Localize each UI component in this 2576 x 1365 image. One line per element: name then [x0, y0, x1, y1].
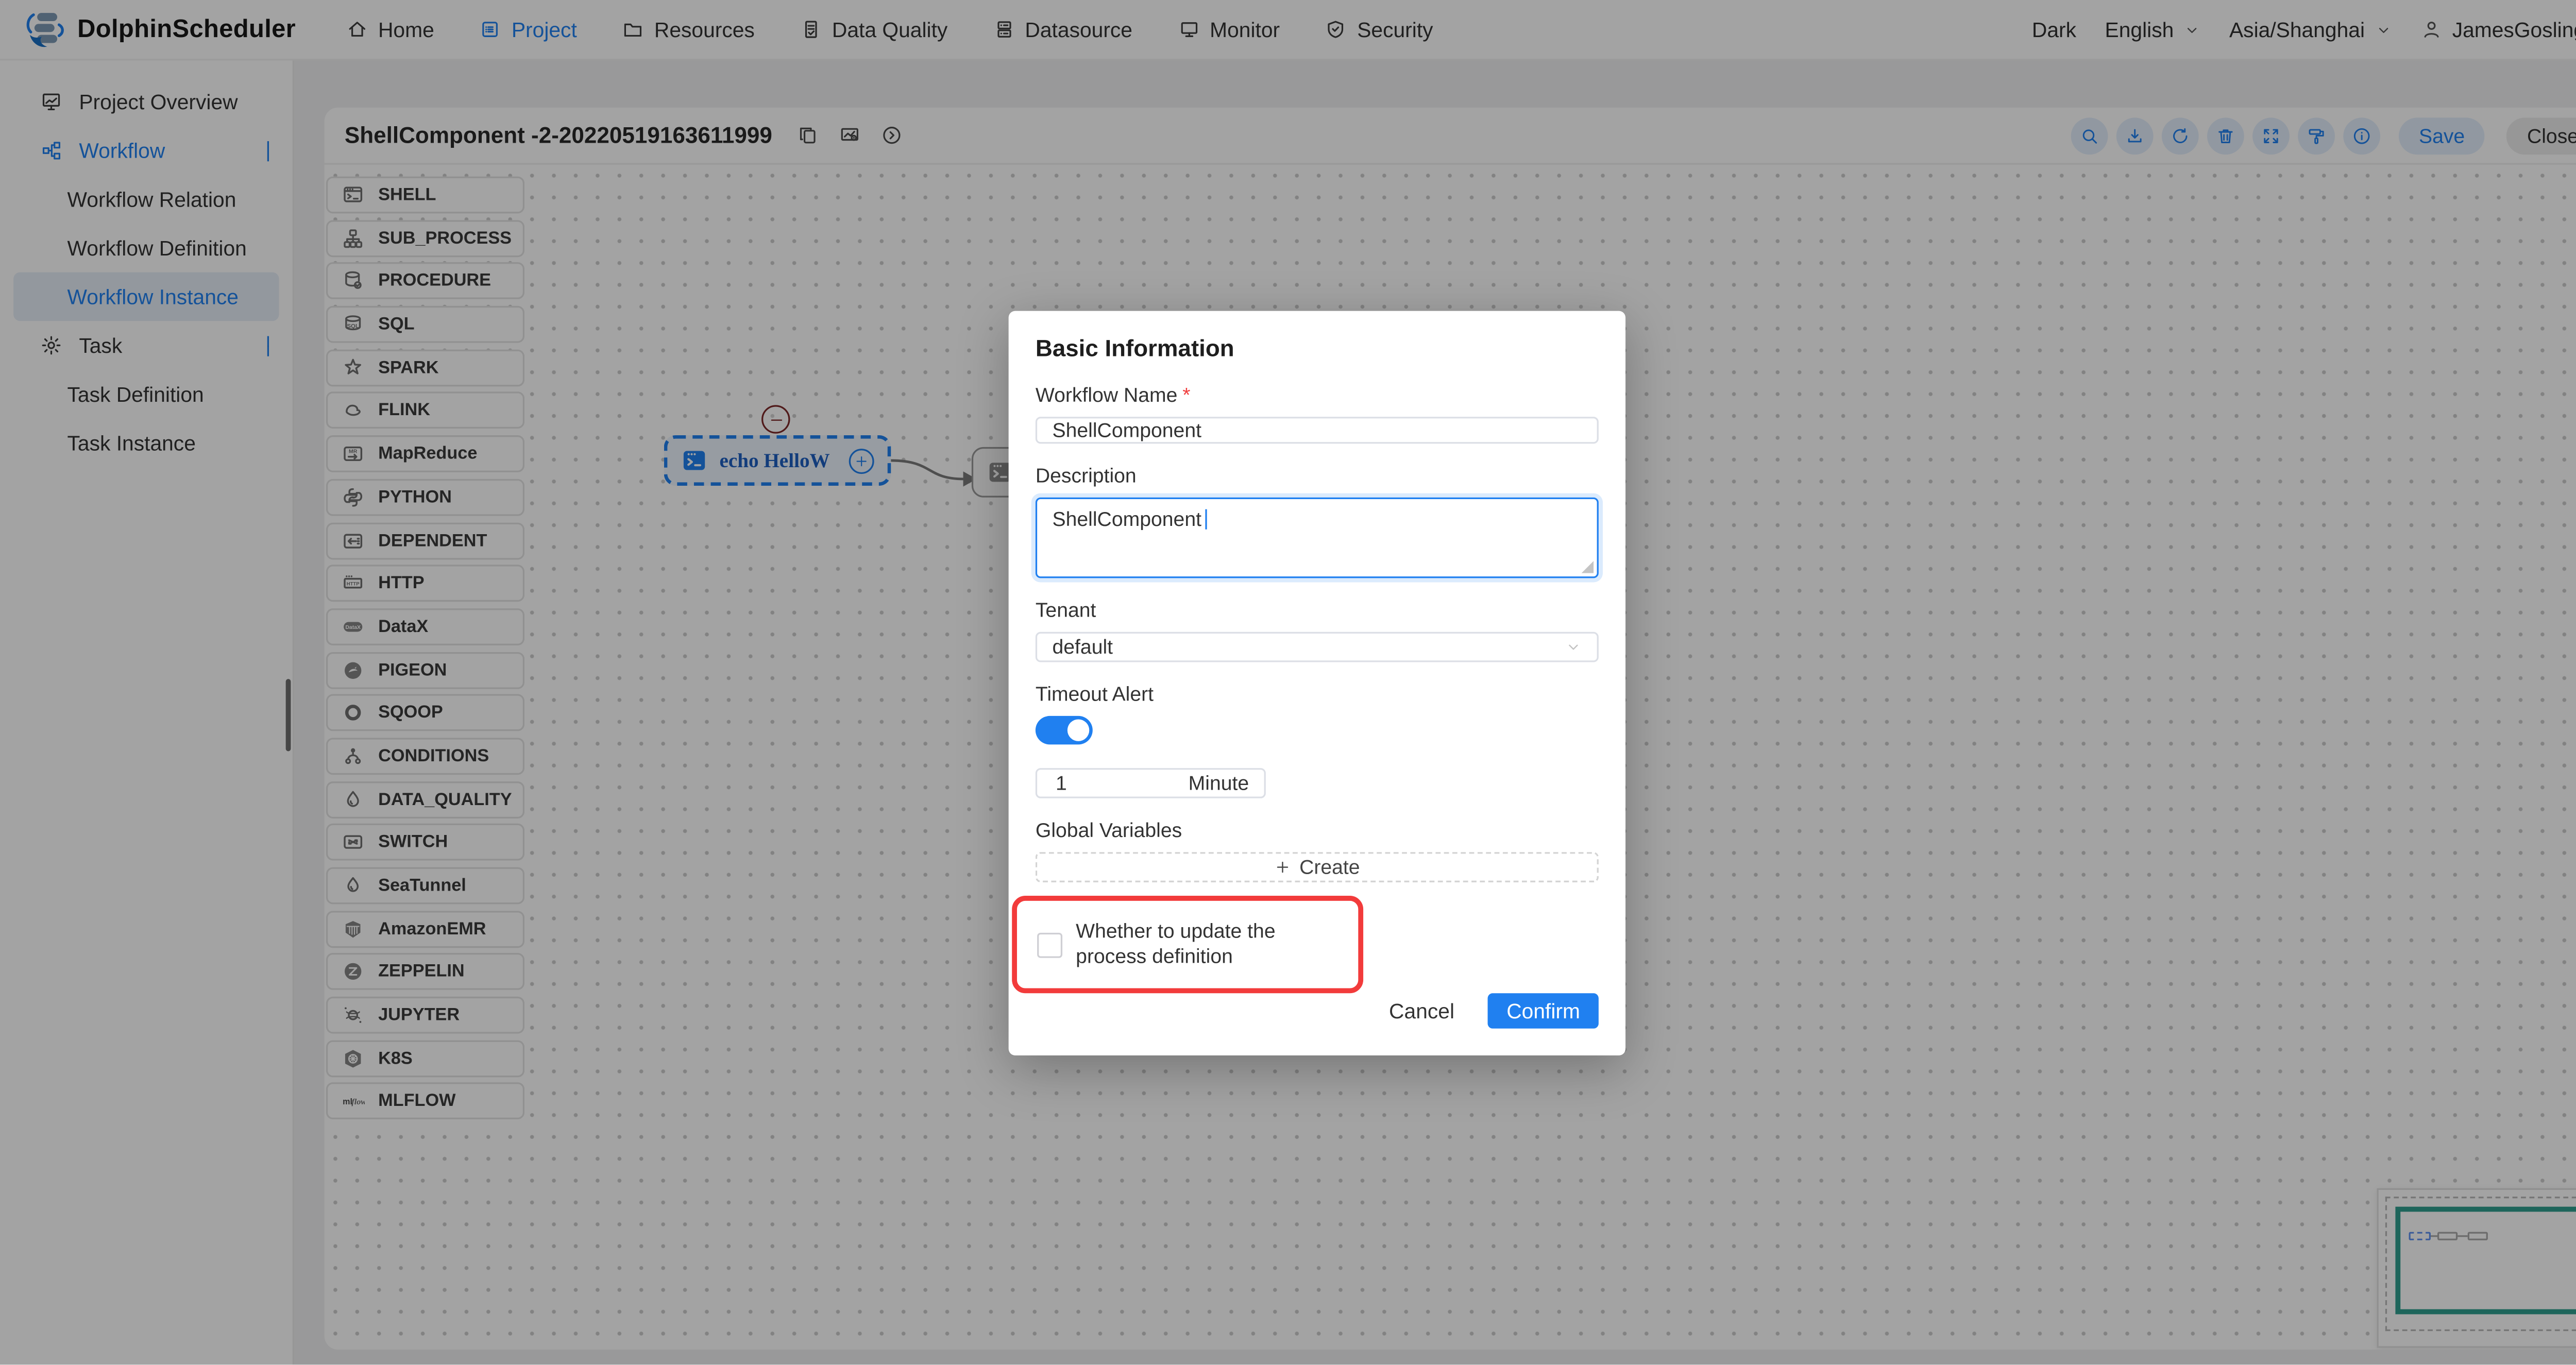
create-variable-button[interactable]: Create — [1036, 852, 1599, 882]
cancel-button[interactable]: Cancel — [1389, 999, 1454, 1023]
red-annotation-box: Whether to update the process definition — [1012, 896, 1363, 993]
update-definition-label: Whether to update the process definition — [1076, 919, 1338, 970]
required-asterisk: * — [1182, 383, 1190, 407]
plus-icon — [1274, 859, 1291, 876]
modal-title: Basic Information — [1036, 334, 1599, 361]
description-textarea[interactable]: ShellComponent — [1036, 498, 1599, 578]
update-definition-checkbox[interactable] — [1037, 932, 1062, 957]
workflow-name-input[interactable] — [1036, 417, 1599, 444]
description-label: Description — [1036, 465, 1599, 488]
basic-information-modal: Basic Information Workflow Name* Descrip… — [1009, 311, 1625, 1055]
toggle-knob — [1067, 720, 1089, 741]
tenant-label: Tenant — [1036, 599, 1599, 622]
chevron-down-icon — [1565, 639, 1582, 656]
dolphinscheduler-app: DolphinScheduler HomeProjectResourcesDat… — [0, 0, 2576, 1364]
workflow-name-label: Workflow Name* — [1036, 383, 1599, 407]
global-variables-label: Global Variables — [1036, 818, 1599, 842]
timeout-value-input[interactable] — [1052, 770, 1188, 797]
confirm-button[interactable]: Confirm — [1488, 993, 1599, 1029]
timeout-field: Minute — [1036, 768, 1266, 798]
timeout-unit: Minute — [1189, 772, 1249, 795]
timeout-alert-label: Timeout Alert — [1036, 682, 1599, 706]
modal-footer: Cancel Confirm — [1036, 993, 1599, 1032]
timeout-alert-toggle[interactable] — [1036, 716, 1093, 744]
text-cursor — [1205, 510, 1207, 530]
tenant-select[interactable]: default — [1036, 633, 1599, 662]
